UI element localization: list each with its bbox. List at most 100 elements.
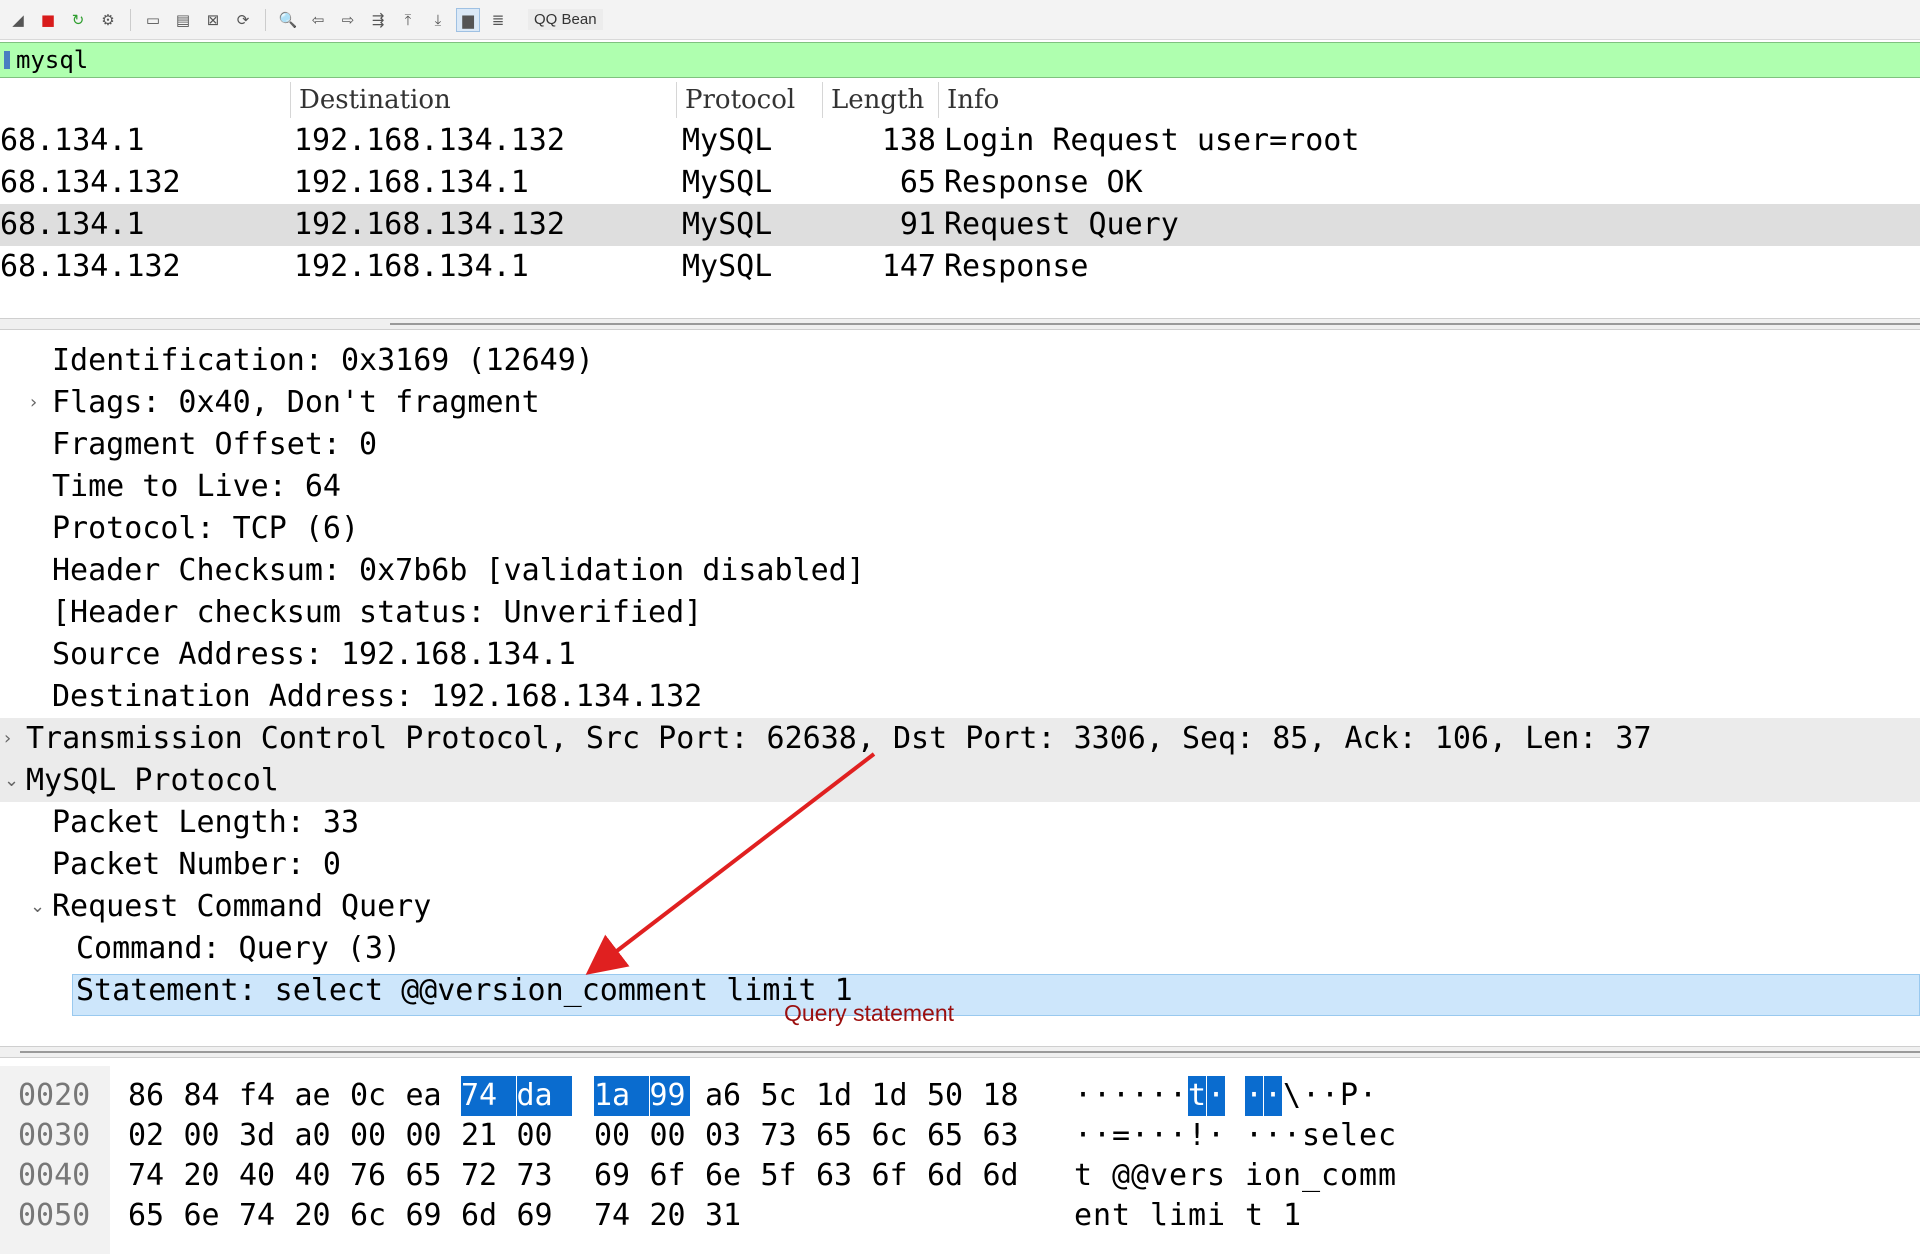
bookmark-icon[interactable] [4,51,10,69]
hex-byte[interactable]: 86 [128,1076,183,1116]
ascii-char[interactable]: r [1188,1156,1206,1196]
ascii-char[interactable]: · [1264,1116,1282,1156]
autoscroll-icon[interactable]: ▆ [456,7,480,32]
ascii-char[interactable]: · [1093,1116,1111,1156]
hex-byte[interactable]: 00 [350,1116,405,1156]
hex-byte[interactable]: 84 [184,1076,239,1116]
pane-splitter-bottom[interactable] [0,1046,1920,1058]
column-header-protocol[interactable]: Protocol [676,82,822,118]
hex-byte[interactable]: 40 [239,1156,294,1196]
ascii-char[interactable]: e [1359,1116,1377,1156]
ascii-char[interactable]: · [1131,1116,1149,1156]
ascii-char[interactable]: l [1340,1116,1358,1156]
hex-byte[interactable]: 5c [761,1076,816,1116]
ascii-char[interactable]: @ [1112,1156,1130,1196]
ascii-char[interactable]: e [1321,1116,1339,1156]
hex-byte[interactable]: 00 [517,1116,572,1156]
hex-byte[interactable]: 6f [650,1156,690,1196]
ascii-char[interactable]: · [1112,1076,1130,1116]
find-icon[interactable]: 🔍 [276,8,300,32]
hex-byte[interactable]: ae [295,1076,350,1116]
hex-byte[interactable]: 00 [184,1116,239,1156]
ascii-char[interactable]: 1 [1283,1196,1301,1236]
column-header-info[interactable]: Info [938,82,1920,118]
ascii-char[interactable]: m [1359,1156,1377,1196]
ascii-char[interactable]: · [1283,1116,1301,1156]
go-to-packet-icon[interactable]: ⇶ [366,8,390,32]
ascii-char[interactable]: t [1074,1156,1092,1196]
ascii-char[interactable]: l [1150,1196,1168,1236]
ascii-char[interactable]: · [1150,1116,1168,1156]
ascii-char[interactable] [1131,1196,1149,1236]
colorize-icon[interactable]: ≣ [486,8,510,32]
hex-byte[interactable]: 40 [295,1156,350,1196]
hex-byte[interactable]: 69 [517,1196,572,1236]
hex-byte[interactable]: 31 [705,1196,760,1236]
hex-byte[interactable]: 21 [461,1116,516,1156]
ascii-char[interactable]: · [1169,1076,1187,1116]
ascii-char[interactable]: t [1112,1196,1130,1236]
first-packet-icon[interactable]: ⤒ [396,8,420,32]
hex-byte[interactable]: 0c [350,1076,405,1116]
ascii-char[interactable]: · [1245,1116,1263,1156]
hex-byte[interactable]: 00 [650,1116,690,1156]
ascii-char[interactable]: o [1264,1156,1282,1196]
hex-byte[interactable]: 65 [927,1116,982,1156]
packet-row[interactable]: 68.134.1 192.168.134.132 MySQL 138 Login Req… [0,120,1920,162]
hex-byte[interactable]: 6c [872,1116,927,1156]
ascii-char[interactable]: m [1188,1196,1206,1236]
hex-byte[interactable]: 73 [517,1156,572,1196]
ascii-char[interactable]: · [1245,1076,1264,1116]
ascii-char[interactable]: i [1207,1196,1225,1236]
hex-byte[interactable]: 6d [927,1156,982,1196]
hex-byte[interactable]: f4 [239,1076,294,1116]
packet-row[interactable]: 68.134.132 192.168.134.1 MySQL 65 Response O… [0,162,1920,204]
hex-byte[interactable]: 73 [761,1116,816,1156]
ascii-char[interactable]: i [1169,1196,1187,1236]
restart-icon[interactable]: ↻ [66,8,90,32]
ascii-char[interactable]: i [1245,1156,1263,1196]
hex-byte[interactable]: 6f [872,1156,927,1196]
packet-row[interactable]: 68.134.132 192.168.134.1 MySQL 147 Response [0,246,1920,288]
hex-byte[interactable]: 6e [184,1196,239,1236]
hex-byte[interactable]: 74 [128,1156,183,1196]
ascii-char[interactable]: s [1302,1116,1320,1156]
ascii-char[interactable]: · [1150,1076,1168,1116]
forward-icon[interactable]: ⇨ [336,8,360,32]
packet-row[interactable]: 68.134.1 192.168.134.132 MySQL 91 Request Qu… [0,204,1920,246]
hex-byte[interactable]: 74 [239,1196,294,1236]
hex-byte[interactable]: 76 [350,1156,405,1196]
ascii-char[interactable]: · [1302,1076,1320,1116]
hex-byte[interactable]: 6d [983,1156,1038,1196]
ascii-char[interactable]: ! [1188,1116,1206,1156]
save-icon[interactable]: ▤ [171,8,195,32]
ascii-char[interactable]: · [1074,1076,1092,1116]
ascii-char[interactable]: · [1359,1076,1377,1116]
hex-byte[interactable]: 65 [406,1156,461,1196]
hex-byte[interactable]: 99 [649,1076,690,1116]
hex-byte[interactable]: 00 [406,1116,461,1156]
ascii-char[interactable]: s [1207,1156,1225,1196]
toolbar-label[interactable]: QQ Bean [528,9,603,30]
hex-byte[interactable]: 69 [406,1196,461,1236]
ascii-char[interactable]: · [1074,1116,1092,1156]
hex-byte[interactable]: 72 [461,1156,516,1196]
hex-byte[interactable]: a6 [705,1076,760,1116]
hex-byte[interactable]: 5f [761,1156,816,1196]
hex-byte[interactable]: 20 [295,1196,350,1236]
hex-byte[interactable]: 65 [128,1196,183,1236]
pane-splitter-top[interactable] [0,318,1920,330]
hex-byte[interactable]: 6d [461,1196,516,1236]
hex-byte[interactable]: 1d [816,1076,871,1116]
ascii-char[interactable]: · [1207,1076,1226,1116]
hex-byte[interactable]: 63 [816,1156,871,1196]
ascii-char[interactable]: · [1207,1116,1225,1156]
hex-byte[interactable]: 3d [239,1116,294,1156]
ascii-char[interactable]: · [1321,1076,1339,1116]
ascii-char[interactable]: · [1264,1076,1283,1116]
shark-fin-icon[interactable]: ◢ [6,8,30,32]
ascii-char[interactable]: c [1321,1156,1339,1196]
ascii-char[interactable]: v [1150,1156,1168,1196]
last-packet-icon[interactable]: ⤓ [426,8,450,32]
hex-byte[interactable]: 00 [594,1116,649,1156]
